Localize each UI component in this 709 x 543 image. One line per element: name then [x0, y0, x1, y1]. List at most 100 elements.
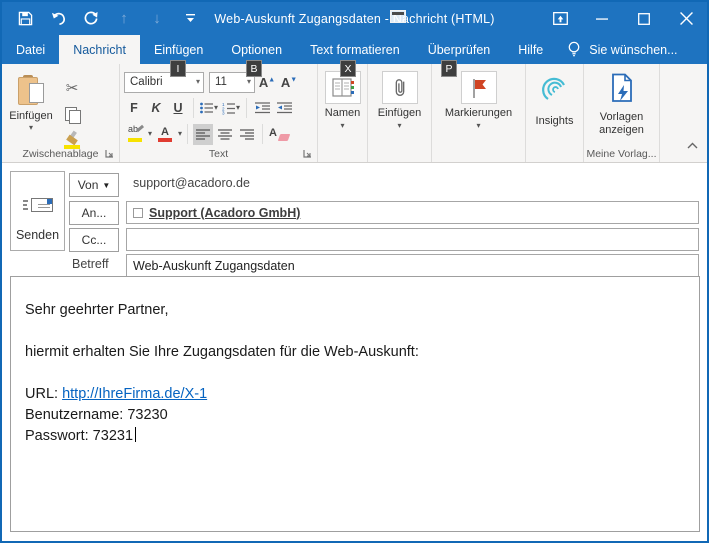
window-controls: [539, 2, 707, 35]
font-color-icon: A: [161, 127, 169, 137]
cc-button[interactable]: Cc...: [69, 228, 119, 252]
flag-icon: [461, 71, 497, 104]
maximize-button[interactable]: [623, 2, 665, 35]
namen-button[interactable]: Namen ▾: [318, 69, 367, 162]
password-text: Passwort: 73231: [25, 428, 133, 444]
send-label: Senden: [16, 228, 59, 242]
namen-caret-icon: ▾: [340, 123, 344, 129]
bullets-icon: [200, 102, 214, 114]
undo-icon[interactable]: [49, 10, 67, 28]
contact-card-icon: [133, 208, 143, 218]
outlook-compose-window: ↑ ↓ Web-Auskunft Zugangsdaten - Nachrich…: [0, 0, 709, 543]
body-username-line: Benutzername: 73230: [25, 405, 685, 426]
markierungen-button[interactable]: Markierungen ▾: [432, 69, 525, 162]
redo-icon[interactable]: [82, 10, 100, 28]
highlight-icon: [128, 127, 142, 137]
clear-formatting-button[interactable]: A: [268, 124, 288, 145]
increase-indent-icon: [277, 102, 292, 114]
minimize-button[interactable]: [581, 2, 623, 35]
subject-label: Betreff: [72, 257, 109, 271]
keytip-x: X: [340, 60, 356, 77]
group-text: Calibri ▾ 11 ▾ A▲ A▼ F K U ▾: [120, 64, 318, 162]
tell-me-search[interactable]: Sie wünschen...: [557, 35, 687, 64]
move-up-icon: ↑: [115, 10, 133, 28]
numbering-button[interactable]: 123 ▾: [221, 98, 241, 119]
ribbon-display-options-icon[interactable]: [539, 2, 581, 35]
insights-icon: [538, 73, 572, 112]
web-auskunft-link[interactable]: http://IhreFirma.de/X-1: [62, 386, 207, 402]
body-url-line: URL: http://IhreFirma.de/X-1: [25, 384, 685, 405]
from-button[interactable]: Von ▼: [69, 173, 119, 197]
body-intro: hiermit erhalten Sie Ihre Zugangsdaten f…: [25, 342, 685, 363]
bold-button[interactable]: F: [124, 98, 144, 119]
url-label: URL:: [25, 386, 62, 402]
group-markierungen: Markierungen ▾: [432, 64, 526, 162]
tab-nachricht[interactable]: Nachricht: [59, 35, 140, 64]
cc-button-label: Cc...: [82, 233, 107, 247]
compose-header: Senden Von ▼ support@acadoro.de An... Su…: [2, 163, 707, 275]
paste-dropdown-caret-icon: ▾: [29, 125, 33, 131]
bullets-button[interactable]: ▾: [199, 98, 219, 119]
body-greeting: Sehr geehrter Partner,: [25, 300, 685, 321]
decrease-indent-button[interactable]: [252, 98, 272, 119]
group-label-zwischenablage: Zwischenablage: [2, 148, 119, 160]
align-right-icon: [240, 129, 254, 140]
increase-indent-button[interactable]: [274, 98, 294, 119]
clipboard-paste-icon: [18, 75, 44, 107]
font-name-caret-icon: ▾: [196, 79, 200, 85]
to-button[interactable]: An...: [69, 201, 119, 225]
group-label-meine-vorlagen: Meine Vorlag...: [584, 148, 659, 160]
text-dialog-launcher-icon[interactable]: [303, 149, 313, 159]
attach-file-button[interactable]: Einfügen ▾: [368, 69, 431, 162]
subject-value: Web-Auskunft Zugangsdaten: [133, 259, 295, 273]
shrink-font-button[interactable]: A▼: [279, 72, 299, 93]
attach-caret-icon: ▾: [397, 123, 401, 129]
collapse-ribbon-icon[interactable]: [687, 136, 698, 154]
underline-button[interactable]: U: [168, 98, 188, 119]
zwischenablage-dialog-launcher-icon[interactable]: [105, 149, 115, 159]
send-button[interactable]: Senden: [10, 171, 65, 251]
bullets-caret-icon: ▾: [214, 105, 218, 111]
copy-button[interactable]: [60, 103, 84, 125]
from-button-label: Von: [78, 178, 99, 192]
recipient-chip[interactable]: Support (Acadoro GmbH): [133, 206, 300, 220]
align-center-button[interactable]: [215, 124, 235, 145]
clear-formatting-icon: A: [269, 127, 287, 141]
cut-button[interactable]: ✂: [60, 77, 84, 99]
body-password-line: Passwort: 73231: [25, 426, 685, 447]
tab-ueberpruefen[interactable]: Überprüfen: [414, 35, 505, 64]
keytip-i: I: [170, 60, 186, 77]
ribbon: Einfügen ▾ ✂ Zwischenablage Calibri ▾: [2, 64, 707, 163]
align-left-button[interactable]: [193, 124, 213, 145]
tab-datei[interactable]: Datei: [2, 35, 59, 64]
format-painter-icon: [64, 131, 80, 149]
font-color-button[interactable]: A: [154, 124, 176, 145]
message-body[interactable]: Sehr geehrter Partner, hiermit erhalten …: [10, 276, 700, 532]
paste-label: Einfügen: [9, 110, 52, 122]
font-name-value: Calibri: [130, 76, 163, 88]
close-button[interactable]: [665, 2, 707, 35]
insights-button[interactable]: Insights: [526, 69, 583, 162]
group-vorlagen: Vorlagen anzeigen Meine Vorlag...: [584, 64, 660, 162]
text-cursor: [135, 427, 136, 442]
tab-hilfe[interactable]: Hilfe: [504, 35, 557, 64]
group-insights: Insights: [526, 64, 584, 162]
namen-label: Namen: [325, 107, 360, 120]
highlight-button[interactable]: [124, 124, 146, 145]
vorlagen-label: Vorlagen anzeigen: [591, 111, 653, 137]
customize-qat-icon[interactable]: [181, 10, 199, 28]
decrease-indent-icon: [255, 102, 270, 114]
align-right-button[interactable]: [237, 124, 257, 145]
ribbon-tail: [660, 64, 707, 162]
copy-icon: [65, 107, 79, 122]
to-field[interactable]: Support (Acadoro GmbH): [126, 201, 699, 224]
keytip-p: P: [441, 60, 457, 77]
group-namen: Namen ▾: [318, 64, 368, 162]
cc-field[interactable]: [126, 228, 699, 251]
save-icon[interactable]: [16, 10, 34, 28]
to-button-label: An...: [82, 206, 107, 220]
font-name-combo[interactable]: Calibri ▾: [124, 72, 204, 93]
italic-button[interactable]: K: [146, 98, 166, 119]
subject-field[interactable]: Web-Auskunft Zugangsdaten: [126, 254, 699, 277]
numbering-icon: 123: [222, 102, 236, 114]
